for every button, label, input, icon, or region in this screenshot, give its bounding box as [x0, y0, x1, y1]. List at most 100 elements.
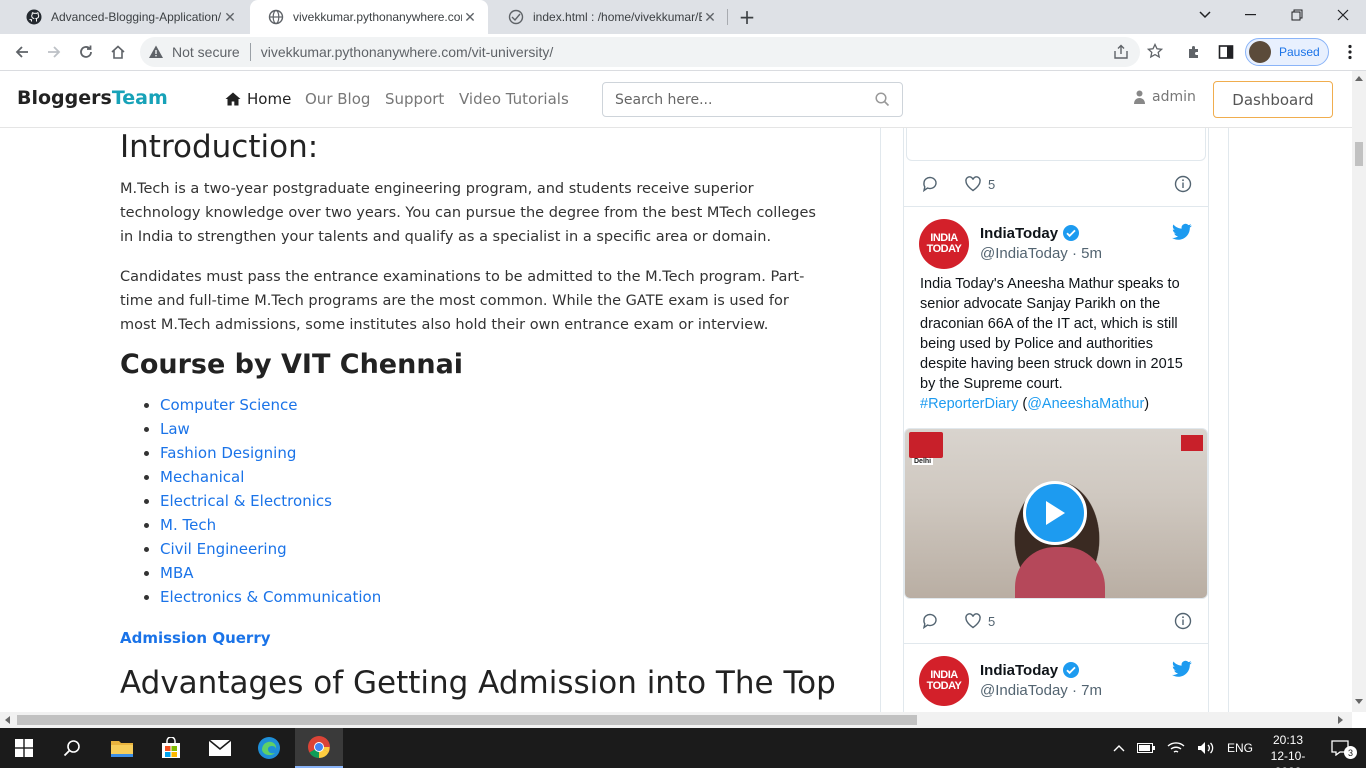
close-icon[interactable]: ✕: [222, 9, 238, 25]
search-icon: [63, 740, 80, 757]
language-indicator[interactable]: ENG: [1227, 741, 1253, 755]
horizontal-scrollbar-thumb[interactable]: [17, 715, 917, 725]
minimize-button[interactable]: [1228, 0, 1274, 30]
location-tag: Delhi: [912, 458, 934, 465]
tab-pythonanywhere[interactable]: index.html : /home/vivekkumar/B ✕: [490, 0, 728, 34]
intro-paragraph-1: M.Tech is a two-year postgraduate engine…: [120, 177, 855, 249]
tweet-author-avatar[interactable]: INDIA TODAY: [919, 656, 969, 706]
advantages-heading: Advantages of Getting Admission into The…: [120, 665, 836, 701]
search-input[interactable]: Search here...: [602, 82, 903, 117]
close-icon[interactable]: ✕: [702, 9, 718, 25]
twitter-bird-icon[interactable]: [1172, 660, 1192, 678]
url-text[interactable]: vivekkumar.pythonanywhere.com/vit-univer…: [261, 44, 554, 60]
taskbar-search-button[interactable]: [48, 728, 96, 768]
tweet-author-name[interactable]: IndiaToday: [980, 224, 1080, 242]
new-tab-button[interactable]: +: [725, 2, 769, 32]
back-button[interactable]: [8, 38, 36, 66]
tab-github[interactable]: Advanced-Blogging-Application/ ✕: [8, 0, 248, 34]
user-menu[interactable]: admin: [1134, 89, 1196, 105]
play-button[interactable]: [1023, 481, 1087, 545]
previous-tweet-media[interactable]: [906, 128, 1206, 161]
close-icon[interactable]: ✕: [462, 9, 478, 25]
pythonanywhere-icon: [508, 9, 524, 25]
tweet-author-avatar[interactable]: INDIA TODAY: [919, 219, 969, 269]
file-explorer-button[interactable]: [98, 728, 146, 768]
twitter-bird-icon[interactable]: [1172, 223, 1192, 241]
dashboard-button[interactable]: Dashboard: [1213, 81, 1333, 118]
course-link[interactable]: M. Tech: [143, 513, 381, 537]
horizontal-scrollbar[interactable]: [0, 712, 1352, 728]
info-icon[interactable]: [1174, 175, 1192, 193]
vertical-scrollbar-thumb[interactable]: [1355, 142, 1363, 166]
home-button[interactable]: [104, 38, 132, 66]
bookmark-star-icon[interactable]: [1146, 42, 1164, 62]
course-link[interactable]: Mechanical: [143, 465, 381, 489]
tweet-video[interactable]: Delhi: [904, 428, 1208, 599]
course-link[interactable]: Civil Engineering: [143, 537, 381, 561]
github-icon: [26, 9, 42, 25]
nav-video-tutorials[interactable]: Video Tutorials: [459, 90, 569, 108]
microsoft-store-button[interactable]: [147, 728, 195, 768]
tweet-author-handle[interactable]: @IndiaToday · 5m: [980, 245, 1102, 262]
tab-search-button[interactable]: [1182, 0, 1228, 30]
nav-home[interactable]: Home: [225, 90, 291, 108]
notifications-button[interactable]: 3: [1322, 728, 1358, 768]
scroll-left-icon[interactable]: [4, 716, 10, 724]
course-link[interactable]: Computer Science: [143, 393, 381, 417]
close-window-button[interactable]: [1320, 0, 1366, 30]
extensions-button[interactable]: [1180, 38, 1208, 66]
scroll-down-icon[interactable]: [1355, 699, 1363, 705]
side-panel-button[interactable]: [1212, 38, 1240, 66]
course-link[interactable]: Law: [143, 417, 381, 441]
admission-query-link[interactable]: Admission Querry: [120, 629, 271, 647]
info-icon[interactable]: [1174, 612, 1192, 630]
scroll-up-icon[interactable]: [1355, 75, 1363, 81]
profile-button[interactable]: Paused: [1245, 38, 1329, 66]
course-link[interactable]: Electronics & Communication: [143, 585, 381, 609]
tab-vivekkumar[interactable]: vivekkumar.pythonanywhere.com ✕: [250, 0, 488, 34]
text-line: most M.Tech admissions, some institutes …: [120, 317, 769, 333]
text-line: India Today's Aneesha Mathur speaks to: [920, 276, 1180, 292]
course-link[interactable]: Fashion Designing: [143, 441, 381, 465]
chevron-up-icon[interactable]: [1113, 744, 1125, 752]
network-icon[interactable]: [1167, 741, 1185, 755]
reply-icon[interactable]: [921, 612, 939, 630]
share-icon[interactable]: [1113, 44, 1129, 63]
system-tray: ENG: [1113, 728, 1253, 768]
course-link[interactable]: Electrical & Electronics: [143, 489, 381, 513]
paren: ): [1144, 396, 1150, 412]
kebab-menu-icon: [1348, 44, 1352, 60]
site-logo[interactable]: BloggersTeam: [17, 87, 168, 109]
restore-button[interactable]: [1274, 0, 1320, 30]
tweet-author-handle[interactable]: @IndiaToday · 7m: [980, 682, 1102, 699]
scroll-right-icon[interactable]: [1338, 716, 1344, 724]
tweet-author-name[interactable]: IndiaToday: [980, 661, 1080, 679]
author-name-text: IndiaToday: [980, 224, 1059, 242]
battery-icon[interactable]: [1137, 743, 1155, 753]
heart-icon[interactable]: [964, 612, 982, 630]
edge-button[interactable]: [245, 728, 293, 768]
heart-icon[interactable]: [964, 175, 982, 193]
browser-menu-button[interactable]: [1336, 38, 1364, 66]
course-link[interactable]: MBA: [143, 561, 381, 585]
start-button[interactable]: [0, 728, 48, 768]
reply-icon[interactable]: [921, 175, 939, 193]
profile-status: Paused: [1279, 45, 1320, 59]
nav-support[interactable]: Support: [385, 90, 444, 108]
vertical-scrollbar[interactable]: [1352, 71, 1366, 712]
twitter-timeline[interactable]: 5 INDIA TODAY IndiaToday @IndiaToday · 5…: [903, 128, 1209, 712]
text-line: M.Tech is a two-year postgraduate engine…: [120, 181, 754, 197]
chrome-button[interactable]: [295, 728, 343, 768]
security-indicator[interactable]: Not secure: [148, 44, 240, 60]
reload-button[interactable]: [72, 38, 100, 66]
mention-link[interactable]: @AneeshaMathur: [1027, 396, 1144, 412]
mail-button[interactable]: [196, 728, 244, 768]
sidebar-column: 5 INDIA TODAY IndiaToday @IndiaToday · 5…: [880, 128, 1229, 712]
nav-our-blog[interactable]: Our Blog: [305, 90, 370, 108]
url-separator: [249, 43, 251, 61]
address-bar[interactable]: Not secure vivekkumar.pythonanywhere.com…: [140, 37, 1164, 67]
hashtag-link[interactable]: #ReporterDiary: [920, 396, 1018, 412]
forward-button[interactable]: [40, 38, 68, 66]
volume-icon[interactable]: [1197, 741, 1215, 755]
clock[interactable]: 20:13 12-10-2022: [1258, 732, 1318, 780]
